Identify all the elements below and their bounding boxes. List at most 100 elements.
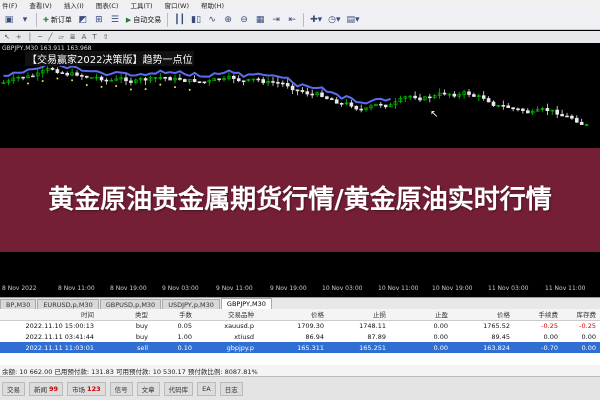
candle-body [472,94,476,97]
candle-body [579,121,584,125]
candle-body [202,81,207,84]
menu-item[interactable]: 工具(T) [130,0,152,10]
chart-tab[interactable]: EURUSD,p,M30 [37,299,99,309]
menu-item[interactable]: 帮助(H) [201,0,224,10]
orders-column-header[interactable]: 类型 [98,309,152,321]
trend-indicator-dot [85,84,88,87]
market-watch-icon[interactable]: ⊞ [92,12,106,28]
fibonacci-icon[interactable]: ≣ [70,33,76,41]
menu-item[interactable]: 窗口(W) [165,0,190,10]
vertical-line-icon[interactable]: │ [28,33,32,41]
candle-body [163,77,167,79]
chart-tab[interactable]: BP,M30 [0,299,37,309]
account-summary: 余额: 10 662.00 已用预付款: 131.83 可用预付款: 10 53… [0,365,600,376]
crosshair-icon[interactable]: + [16,33,22,41]
candle-body [442,92,447,95]
order-row[interactable]: 2022.11.10 15:00:13 buy 0.05 xauusd.p 1709.3… [0,320,600,331]
candle-body [565,115,569,118]
terminal-tab[interactable]: EA [197,381,216,396]
orders-column-header[interactable]: 库存费 [562,309,600,321]
navigator-icon[interactable]: ◩ [76,12,90,28]
orders-panel: 时间 类型 手数 交易品种 价格 止损 止盈 价格 手续费 库存费 2022.11.10 15:0… [0,309,600,365]
candle-chart-icon[interactable]: ▮▯ [189,12,203,28]
chart-tab[interactable]: GBPUSD,p,M30 [99,299,162,309]
orders-column-header[interactable]: 价格 [452,309,514,321]
time-axis-label: 11 Nov 11:00 [545,285,586,292]
time-axis: 8 Nov 2022 8 Nov 11:00 8 Nov 19:00 9 Nov 03… [0,283,600,295]
candle-body [329,98,334,100]
menu-item[interactable]: 插入(I) [64,0,84,10]
candle-body [261,79,266,84]
candle-body [555,109,560,115]
line-chart-icon[interactable]: ∿ [205,12,219,28]
menu-item[interactable]: 查看(V) [29,0,52,10]
cursor-icon[interactable]: ↖ [4,33,10,41]
terminal-tab[interactable]: 信号 [109,381,133,396]
terminal-tab[interactable]: 代码库 [163,381,194,396]
terminal-tab-label: 市场 [72,385,86,394]
terminal-tab[interactable]: 市场 123 [67,381,106,396]
tester-icon[interactable]: ☰ [108,12,122,28]
order-cell: 2022.11.11 11:03:01 [0,342,98,353]
candle-body [50,67,55,70]
candle-body [525,110,530,114]
new-order-button[interactable]: ✚ 新订单 [41,12,74,28]
candle-body [285,83,290,87]
orders-column-header[interactable]: 止盈 [390,309,452,321]
terminal-tab[interactable]: 新闻 99 [29,381,64,396]
auto-trading-button[interactable]: ▶ 自动交易 [124,12,163,28]
channel-icon[interactable]: ▱ [58,33,63,41]
zoom-in-icon[interactable]: ⊕ [221,12,235,28]
menu-bar: 件(F) 查看(V) 插入(I) 图表(C) 工具(T) 窗口(W) 帮助(H) [0,0,600,10]
text-tool-icon[interactable]: A [82,33,87,41]
candle-body [104,79,109,82]
terminal-tab-label: 新闻 [34,385,47,394]
new-chart-icon[interactable]: ▣ [2,12,16,28]
headline-overlay: 黄金原油贵金属期货行情/黄金原油实时行情 [0,148,600,252]
label-tool-icon[interactable]: T [92,33,96,41]
order-cell: 0.00 [390,342,452,353]
terminal-tab-label: 信号 [114,385,128,394]
orders-column-header[interactable]: 时间 [0,309,98,321]
order-row[interactable]: 2022.11.11 11:03:01 sell 0.10 gbpjpy.p 165.3… [0,342,600,353]
tile-windows-icon[interactable]: ▦ [253,12,267,28]
menu-item[interactable]: 件(F) [2,0,17,10]
terminal-tab[interactable]: 交易 [2,381,25,396]
orders-column-header[interactable]: 交易品种 [196,309,258,321]
order-row[interactable]: 2022.11.11 03:41:44 buy 1.00 xtiusd 86.94 87.… [0,331,600,342]
arrow-tool-icon[interactable]: ⇧ [103,33,109,41]
candle-body [521,108,525,111]
chart-shift-icon[interactable]: ⇤ [285,12,299,28]
terminal-tab[interactable]: 文章 [136,381,160,396]
horizontal-line-icon[interactable]: ─ [38,33,42,41]
order-cell: 0.00 [543,332,558,341]
chart-tab[interactable]: USDJPY,p,M30 [162,299,220,309]
trendline-icon[interactable]: ╱ [48,33,52,41]
time-axis-label: 9 Nov 19:00 [270,285,307,292]
order-cell: xauusd.p [224,321,254,330]
candle-body [192,79,197,82]
candle-body [452,93,457,97]
candle-body [60,72,65,74]
candle-body [511,107,515,110]
menu-item[interactable]: 图表(C) [96,0,119,10]
candle-body [359,108,364,111]
terminal-tab[interactable]: 日志 [219,381,243,396]
candle-body [325,96,329,99]
trend-indicator-dot [144,88,147,91]
profiles-icon[interactable]: ▾ [18,12,32,28]
orders-column-header[interactable]: 手数 [152,309,196,321]
candle-body [349,102,354,107]
orders-column-header[interactable]: 手续费 [514,309,562,321]
periods-icon[interactable]: ◷▾ [326,12,342,28]
chart-tab[interactable]: GBPJPY,M30 [220,298,272,309]
orders-column-header[interactable]: 止损 [328,309,390,321]
templates-icon[interactable]: ▤▾ [345,12,362,28]
time-axis-label: 9 Nov 03:00 [162,285,199,292]
candle-body [427,96,432,99]
zoom-out-icon[interactable]: ⊖ [237,12,251,28]
auto-scroll-icon[interactable]: ⇥ [269,12,283,28]
indicators-icon[interactable]: ✚▾ [308,12,324,28]
orders-column-header[interactable]: 价格 [258,309,328,321]
bar-chart-icon[interactable]: ┃┃ [172,12,187,28]
